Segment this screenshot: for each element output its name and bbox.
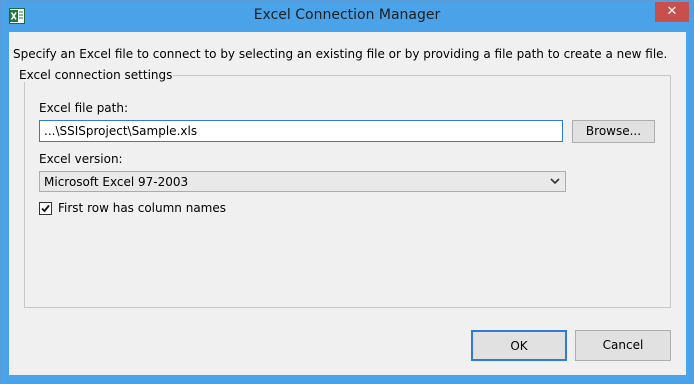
dialog-body: Specify an Excel file to connect to by s… <box>9 32 686 375</box>
chevron-down-icon[interactable] <box>550 174 560 191</box>
version-select[interactable]: Microsoft Excel 97-2003 <box>39 171 566 192</box>
first-row-checkbox[interactable] <box>39 202 52 215</box>
cancel-button[interactable]: Cancel <box>575 330 671 361</box>
version-selected-value: Microsoft Excel 97-2003 <box>44 175 189 189</box>
file-path-label: Excel file path: <box>39 101 129 115</box>
first-row-checkbox-label[interactable]: First row has column names <box>58 201 226 215</box>
window-title: Excel Connection Manager <box>253 7 441 23</box>
description-text: Specify an Excel file to connect to by s… <box>13 47 668 61</box>
group-title: Excel connection settings <box>18 68 174 82</box>
dialog-window: Excel Connection Manager ✕ Specify an Ex… <box>0 0 694 384</box>
title-bar[interactable]: Excel Connection Manager ✕ <box>1 1 693 31</box>
close-icon: ✕ <box>666 4 678 19</box>
browse-button[interactable]: Browse... <box>572 120 655 143</box>
file-path-input[interactable] <box>39 120 563 142</box>
checkmark-icon <box>41 204 50 213</box>
close-button[interactable]: ✕ <box>655 2 689 22</box>
ok-button[interactable]: OK <box>471 330 567 361</box>
version-label: Excel version: <box>39 152 123 166</box>
